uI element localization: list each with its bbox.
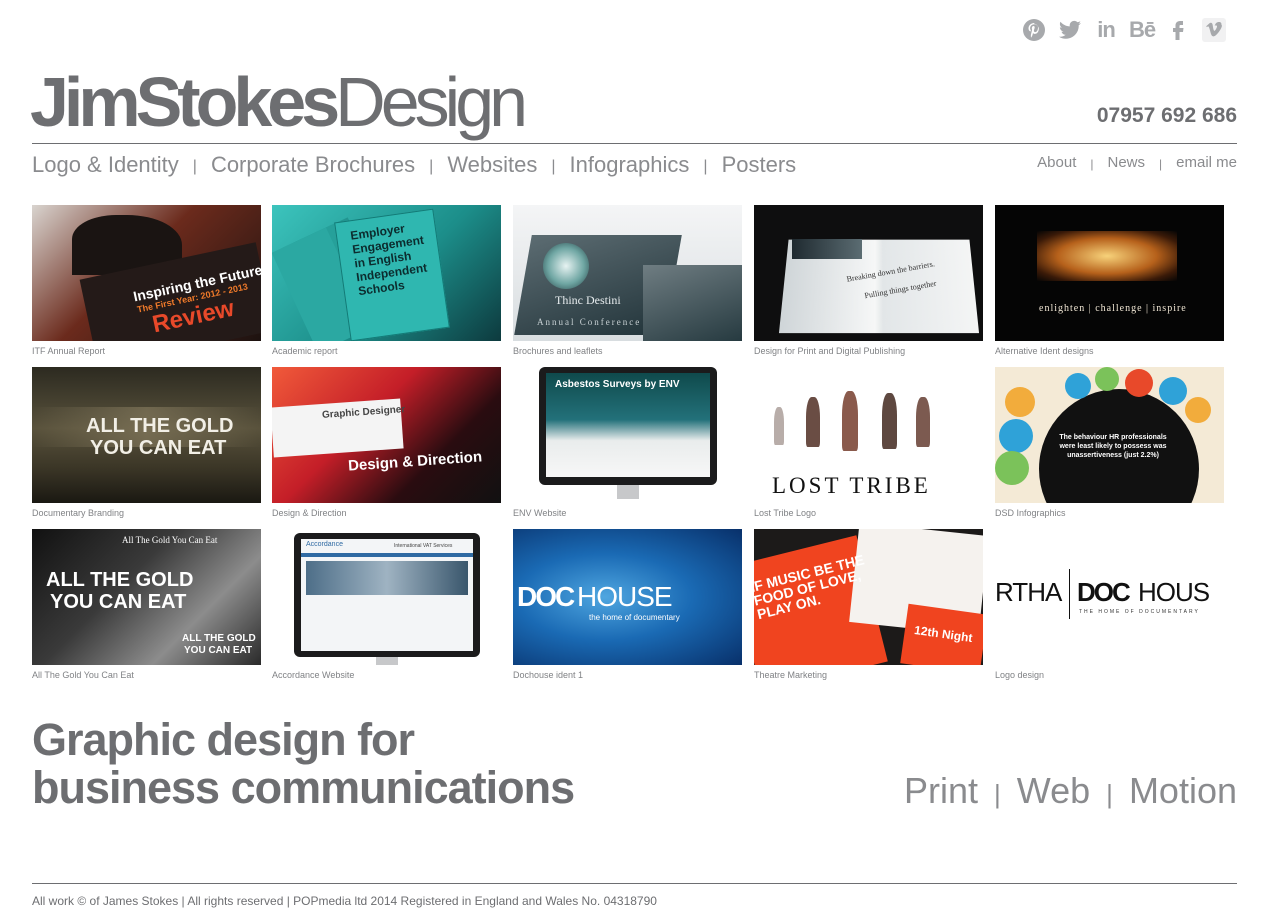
nav-separator: |	[429, 158, 434, 175]
secondary-nav: About | News | email me	[1037, 154, 1237, 171]
portfolio-thumbnail[interactable]: All The Gold You Can Eat ALL THE GOLD YO…	[32, 529, 261, 665]
nav-corporate-brochures[interactable]: Corporate Brochures	[211, 152, 415, 178]
portfolio-item[interactable]: All The Gold You Can Eat ALL THE GOLD YO…	[32, 529, 261, 680]
portfolio-caption[interactable]: Brochures and leaflets	[513, 346, 742, 356]
service-web: Web	[1016, 770, 1091, 811]
nav-separator: |	[1090, 156, 1094, 171]
portfolio-caption[interactable]: Dochouse ident 1	[513, 670, 742, 680]
service-separator: |	[1106, 779, 1113, 809]
header-divider	[32, 143, 1237, 144]
portfolio-caption[interactable]: Alternative Ident designs	[995, 346, 1224, 356]
portfolio-thumbnail[interactable]: Inspiring the Future The First Year: 201…	[32, 205, 261, 341]
portfolio-caption[interactable]: DSD Infographics	[995, 508, 1224, 518]
behance-icon[interactable]: Bē	[1128, 16, 1156, 44]
portfolio-thumbnail[interactable]: ALL THE GOLD YOU CAN EAT	[32, 367, 261, 503]
tagline-line-2: business communications	[32, 762, 575, 813]
portfolio-caption[interactable]: Design for Print and Digital Publishing	[754, 346, 983, 356]
portfolio-thumbnail[interactable]: Employer Engagement in English Independe…	[272, 205, 501, 341]
nav-posters[interactable]: Posters	[722, 152, 797, 178]
nav-logo-identity[interactable]: Logo & Identity	[32, 152, 179, 178]
portfolio-item[interactable]: Accordance International VAT Services Ac…	[272, 529, 501, 680]
portfolio-item[interactable]: Asbestos Surveys by ENV ENV Website	[513, 367, 742, 518]
footer-divider	[32, 883, 1237, 884]
portfolio-thumbnail[interactable]: RTHA DOC HOUS THE HOME OF DOCUMENTARY	[995, 529, 1224, 665]
nav-news[interactable]: News	[1108, 154, 1146, 171]
portfolio-caption[interactable]: Academic report	[272, 346, 501, 356]
portfolio-thumbnail[interactable]: Thinc Destini Annual Conference	[513, 205, 742, 341]
logo-bold-text: JimStokes	[30, 63, 340, 141]
portfolio-item[interactable]: RTHA DOC HOUS THE HOME OF DOCUMENTARY Lo…	[995, 529, 1224, 680]
nav-infographics[interactable]: Infographics	[570, 152, 690, 178]
tagline: Graphic design for business communicatio…	[32, 714, 575, 813]
portfolio-item[interactable]: Breaking down the barriers. Pulling thin…	[754, 205, 983, 356]
portfolio-thumbnail[interactable]: IF MUSIC BE THE FOOD OF LOVE, PLAY ON. 1…	[754, 529, 983, 665]
social-links: in Bē	[1020, 16, 1228, 44]
nav-about[interactable]: About	[1037, 154, 1076, 171]
nav-separator: |	[703, 158, 708, 175]
portfolio-item[interactable]: Graphic Designer Design & Direction Desi…	[272, 367, 501, 518]
portfolio-item[interactable]: ALL THE GOLD YOU CAN EAT Documentary Bra…	[32, 367, 261, 518]
portfolio-caption[interactable]: Design & Direction	[272, 508, 501, 518]
nav-separator: |	[192, 158, 197, 175]
portfolio-item[interactable]: The behaviour HR professionals were leas…	[995, 367, 1224, 518]
portfolio-thumbnail[interactable]: LOST TRIBE	[754, 367, 983, 503]
tagline-line-1: Graphic design for	[32, 714, 415, 765]
nav-separator: |	[1159, 156, 1163, 171]
portfolio-thumbnail[interactable]: DOC HOUSE the home of documentary	[513, 529, 742, 665]
portfolio-item[interactable]: LOST TRIBE Lost Tribe Logo	[754, 367, 983, 518]
service-separator: |	[994, 779, 1001, 809]
portfolio-caption[interactable]: Documentary Branding	[32, 508, 261, 518]
service-print: Print	[904, 770, 979, 811]
twitter-icon[interactable]	[1056, 16, 1084, 44]
portfolio-caption[interactable]: ITF Annual Report	[32, 346, 261, 356]
portfolio-thumbnail[interactable]: Accordance International VAT Services	[272, 529, 501, 665]
footer-copyright: All work © of James Stokes | All rights …	[32, 894, 657, 908]
nav-email-me[interactable]: email me	[1176, 154, 1237, 171]
main-nav: Logo & Identity | Corporate Brochures | …	[32, 152, 796, 178]
service-motion: Motion	[1128, 770, 1237, 811]
portfolio-caption[interactable]: All The Gold You Can Eat	[32, 670, 261, 680]
portfolio-item[interactable]: IF MUSIC BE THE FOOD OF LOVE, PLAY ON. 1…	[754, 529, 983, 680]
nav-separator: |	[551, 158, 556, 175]
site-logo[interactable]: JimStokesDesign	[30, 62, 528, 142]
portfolio-item[interactable]: DOC HOUSE the home of documentary Dochou…	[513, 529, 742, 680]
services-list: Print | Web | Motion	[904, 770, 1237, 812]
portfolio-thumbnail[interactable]: enlighten | challenge | inspire	[995, 205, 1224, 341]
portfolio-caption[interactable]: Accordance Website	[272, 670, 501, 680]
portfolio-thumbnail[interactable]: The behaviour HR professionals were leas…	[995, 367, 1224, 503]
portfolio-item[interactable]: enlighten | challenge | inspire Alternat…	[995, 205, 1224, 356]
portfolio-thumbnail[interactable]: Breaking down the barriers. Pulling thin…	[754, 205, 983, 341]
facebook-icon[interactable]	[1164, 16, 1192, 44]
portfolio-item[interactable]: Inspiring the Future The First Year: 201…	[32, 205, 261, 356]
nav-websites[interactable]: Websites	[447, 152, 537, 178]
portfolio-caption[interactable]: Theatre Marketing	[754, 670, 983, 680]
portfolio-caption[interactable]: ENV Website	[513, 508, 742, 518]
pinterest-icon[interactable]	[1020, 16, 1048, 44]
vimeo-icon[interactable]	[1200, 16, 1228, 44]
portfolio-item[interactable]: Employer Engagement in English Independe…	[272, 205, 501, 356]
linkedin-icon[interactable]: in	[1092, 16, 1120, 44]
phone-number: 07957 692 686	[1096, 104, 1237, 127]
portfolio-thumbnail[interactable]: Graphic Designer Design & Direction	[272, 367, 501, 503]
portfolio-caption[interactable]: Logo design	[995, 670, 1224, 680]
logo-light-text: Design	[335, 63, 528, 141]
portfolio-thumbnail[interactable]: Asbestos Surveys by ENV	[513, 367, 742, 503]
portfolio-caption[interactable]: Lost Tribe Logo	[754, 508, 983, 518]
portfolio-item[interactable]: Thinc Destini Annual Conference Brochure…	[513, 205, 742, 356]
